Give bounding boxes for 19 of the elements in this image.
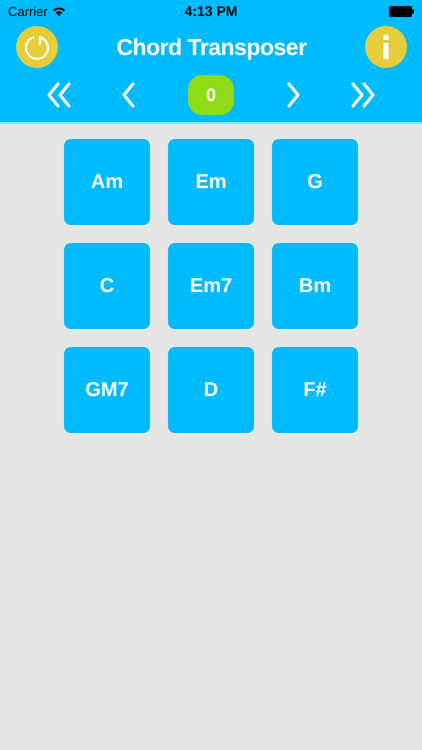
info-button[interactable]: [364, 26, 407, 68]
battery-icon: [388, 6, 414, 16]
app-title: Chord Transposer: [116, 34, 307, 60]
chord-button[interactable]: Am: [64, 139, 150, 225]
chord-button[interactable]: D: [168, 347, 254, 433]
info-icon: [382, 35, 390, 59]
wifi-icon: [52, 6, 66, 16]
chord-button[interactable]: Em7: [168, 243, 254, 329]
chord-button[interactable]: GM7: [64, 347, 150, 433]
reset-button[interactable]: [16, 26, 58, 68]
chord-button[interactable]: C: [64, 243, 150, 329]
reset-icon: [23, 33, 51, 61]
chord-button[interactable]: G: [272, 139, 358, 225]
transpose-value: 0: [188, 75, 234, 115]
chord-button[interactable]: F#: [272, 347, 358, 433]
carrier-label: Carrier: [8, 4, 48, 18]
chord-button[interactable]: Bm: [272, 243, 358, 329]
chord-button[interactable]: Em: [168, 139, 254, 225]
status-time: 4:13 PM: [184, 3, 238, 19]
